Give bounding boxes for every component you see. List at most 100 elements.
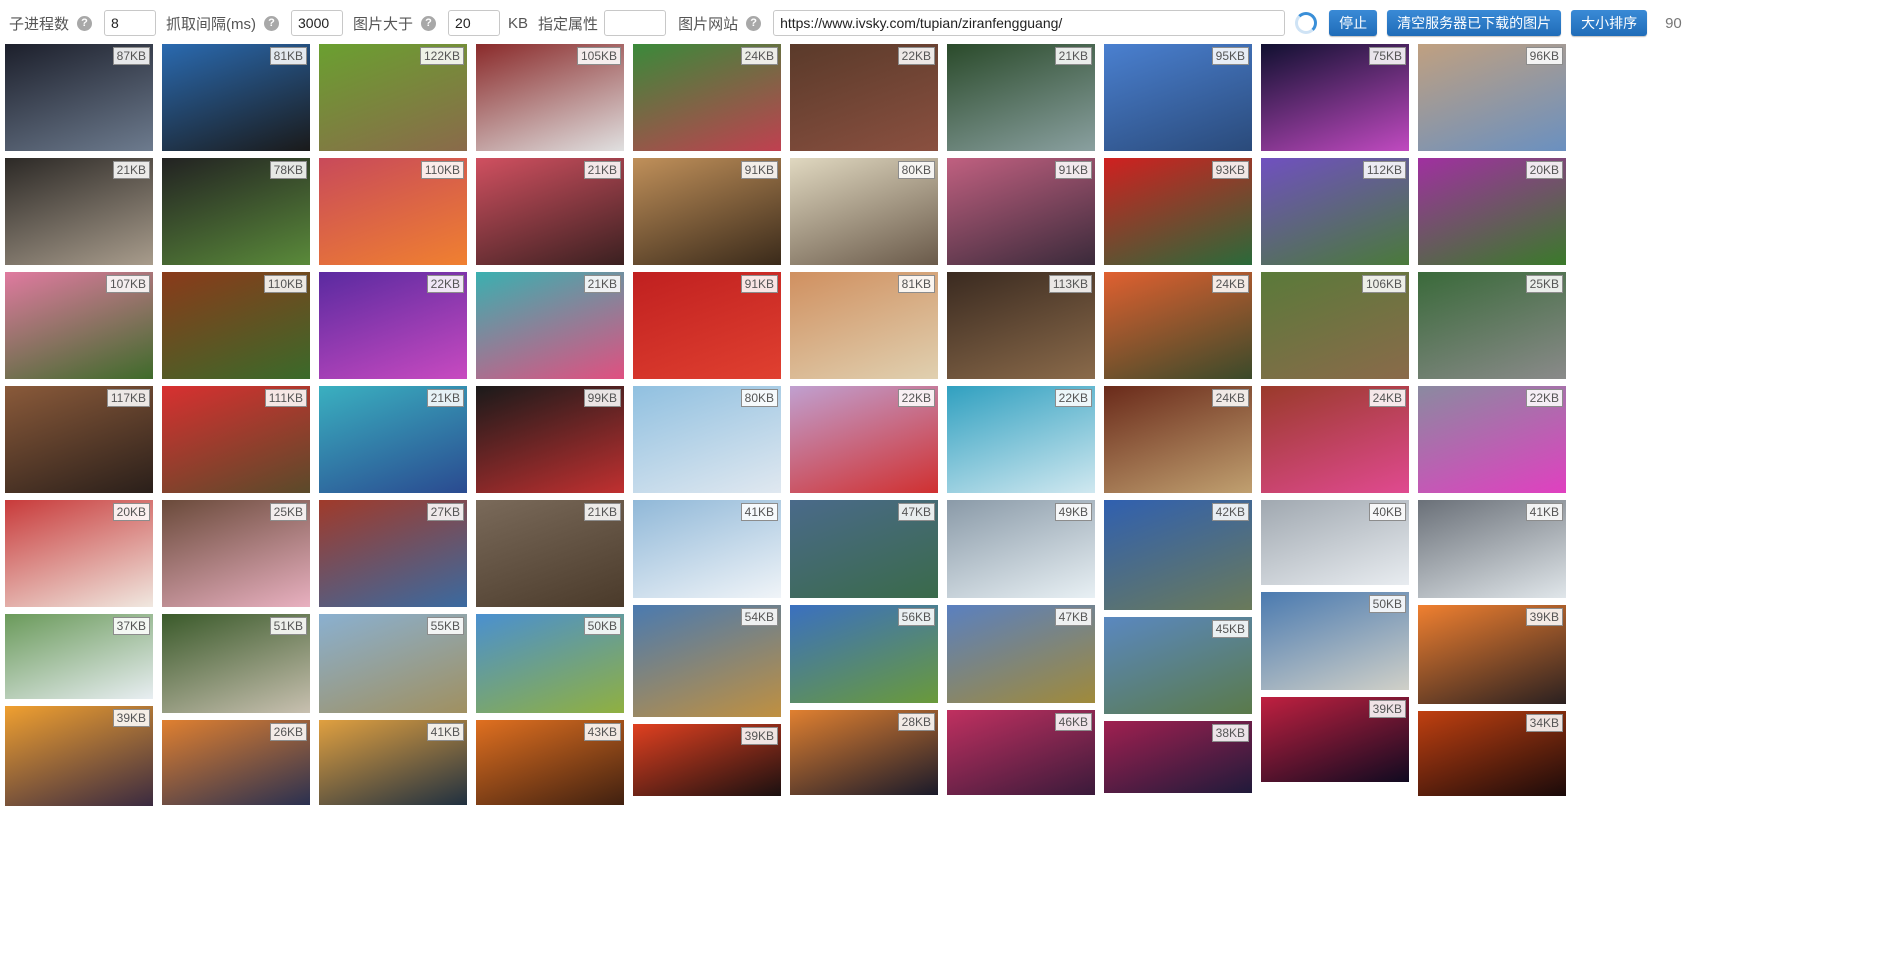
image-thumbnail[interactable]: 24KB: [1104, 386, 1252, 493]
size-badge: 20KB: [112, 503, 150, 521]
image-thumbnail[interactable]: 95KB: [1104, 44, 1252, 151]
image-thumbnail[interactable]: 55KB: [319, 614, 467, 713]
size-badge: 39KB: [740, 727, 778, 745]
image-thumbnail[interactable]: 22KB: [947, 386, 1095, 493]
image-thumbnail[interactable]: 24KB: [633, 44, 781, 151]
image-count: 90: [1665, 14, 1682, 32]
stop-button[interactable]: 停止: [1329, 10, 1378, 36]
image-thumbnail[interactable]: 22KB: [790, 44, 938, 151]
size-badge: 27KB: [426, 503, 464, 521]
minsize-input[interactable]: [448, 10, 501, 36]
size-badge: 81KB: [269, 47, 307, 65]
size-badge: 56KB: [897, 608, 935, 626]
question-circle-icon[interactable]: ?: [421, 15, 437, 31]
image-thumbnail[interactable]: 99KB: [476, 386, 624, 493]
attr-input[interactable]: [604, 10, 667, 36]
image-thumbnail[interactable]: 24KB: [1261, 386, 1409, 493]
minsize-label: 图片大于: [353, 15, 414, 33]
image-thumbnail[interactable]: 46KB: [947, 710, 1095, 795]
image-thumbnail[interactable]: 37KB: [5, 614, 153, 699]
image-thumbnail[interactable]: 117KB: [5, 386, 153, 493]
image-thumbnail[interactable]: 96KB: [1418, 44, 1566, 151]
image-thumbnail[interactable]: 26KB: [162, 720, 310, 805]
image-thumbnail[interactable]: 50KB: [476, 614, 624, 713]
size-badge: 47KB: [1054, 608, 1092, 626]
image-thumbnail[interactable]: 21KB: [319, 386, 467, 493]
image-thumbnail[interactable]: 22KB: [319, 272, 467, 379]
image-thumbnail[interactable]: 39KB: [1261, 697, 1409, 782]
url-input[interactable]: [773, 10, 1286, 36]
image-thumbnail[interactable]: 54KB: [633, 605, 781, 717]
image-thumbnail[interactable]: 40KB: [1261, 500, 1409, 585]
image-thumbnail[interactable]: 51KB: [162, 614, 310, 713]
size-badge: 38KB: [1211, 724, 1249, 742]
image-thumbnail[interactable]: 41KB: [633, 500, 781, 598]
size-badge: 54KB: [740, 608, 778, 626]
image-thumbnail[interactable]: 80KB: [790, 158, 938, 265]
image-thumbnail[interactable]: 21KB: [476, 500, 624, 607]
image-thumbnail[interactable]: 20KB: [5, 500, 153, 607]
image-thumbnail[interactable]: 21KB: [947, 44, 1095, 151]
image-thumbnail[interactable]: 78KB: [162, 158, 310, 265]
image-thumbnail[interactable]: 91KB: [633, 158, 781, 265]
image-thumbnail[interactable]: 80KB: [633, 386, 781, 493]
image-thumbnail[interactable]: 27KB: [319, 500, 467, 607]
image-thumbnail[interactable]: 38KB: [1104, 721, 1252, 793]
image-thumbnail[interactable]: 75KB: [1261, 44, 1409, 151]
minsize-unit: KB: [508, 14, 529, 32]
image-thumbnail[interactable]: 22KB: [1418, 386, 1566, 493]
image-thumbnail[interactable]: 21KB: [5, 158, 153, 265]
size-badge: 22KB: [1525, 389, 1563, 407]
image-thumbnail[interactable]: 93KB: [1104, 158, 1252, 265]
size-badge: 24KB: [740, 47, 778, 65]
image-thumbnail[interactable]: 41KB: [1418, 500, 1566, 598]
image-thumbnail[interactable]: 106KB: [1261, 272, 1409, 379]
image-thumbnail[interactable]: 112KB: [1261, 158, 1409, 265]
image-thumbnail[interactable]: 28KB: [790, 710, 938, 795]
clear-downloads-button[interactable]: 清空服务器已下载的图片: [1387, 10, 1562, 36]
image-thumbnail[interactable]: 25KB: [162, 500, 310, 607]
image-thumbnail[interactable]: 20KB: [1418, 158, 1566, 265]
question-circle-icon[interactable]: ?: [264, 15, 280, 31]
image-thumbnail[interactable]: 42KB: [1104, 500, 1252, 610]
image-thumbnail[interactable]: 24KB: [1104, 272, 1252, 379]
image-thumbnail[interactable]: 21KB: [476, 158, 624, 265]
image-thumbnail[interactable]: 45KB: [1104, 617, 1252, 714]
size-badge: 41KB: [740, 503, 778, 521]
image-thumbnail[interactable]: 113KB: [947, 272, 1095, 379]
image-thumbnail[interactable]: 39KB: [633, 724, 781, 796]
image-thumbnail[interactable]: 50KB: [1261, 592, 1409, 690]
image-thumbnail[interactable]: 110KB: [162, 272, 310, 379]
image-thumbnail[interactable]: 87KB: [5, 44, 153, 151]
size-badge: 91KB: [1054, 161, 1092, 179]
size-badge: 22KB: [897, 389, 935, 407]
image-thumbnail[interactable]: 91KB: [633, 272, 781, 379]
image-thumbnail[interactable]: 49KB: [947, 500, 1095, 598]
image-thumbnail[interactable]: 111KB: [162, 386, 310, 493]
image-thumbnail[interactable]: 122KB: [319, 44, 467, 151]
interval-label: 抓取间隔(ms): [166, 15, 257, 33]
image-thumbnail[interactable]: 47KB: [790, 500, 938, 598]
image-thumbnail[interactable]: 22KB: [790, 386, 938, 493]
image-thumbnail[interactable]: 43KB: [476, 720, 624, 805]
image-thumbnail[interactable]: 25KB: [1418, 272, 1566, 379]
image-thumbnail[interactable]: 39KB: [5, 706, 153, 806]
image-thumbnail[interactable]: 47KB: [947, 605, 1095, 703]
threads-input[interactable]: [104, 10, 157, 36]
question-circle-icon[interactable]: ?: [746, 15, 762, 31]
image-thumbnail[interactable]: 105KB: [476, 44, 624, 151]
image-thumbnail[interactable]: 81KB: [162, 44, 310, 151]
image-thumbnail[interactable]: 41KB: [319, 720, 467, 805]
image-thumbnail[interactable]: 91KB: [947, 158, 1095, 265]
sort-by-size-button[interactable]: 大小排序: [1571, 10, 1648, 36]
image-thumbnail[interactable]: 81KB: [790, 272, 938, 379]
image-thumbnail[interactable]: 34KB: [1418, 711, 1566, 796]
size-badge: 55KB: [426, 617, 464, 635]
image-thumbnail[interactable]: 21KB: [476, 272, 624, 379]
question-circle-icon[interactable]: ?: [77, 15, 93, 31]
image-thumbnail[interactable]: 110KB: [319, 158, 467, 265]
image-thumbnail[interactable]: 39KB: [1418, 605, 1566, 704]
image-thumbnail[interactable]: 56KB: [790, 605, 938, 703]
image-thumbnail[interactable]: 107KB: [5, 272, 153, 379]
interval-input[interactable]: [291, 10, 344, 36]
